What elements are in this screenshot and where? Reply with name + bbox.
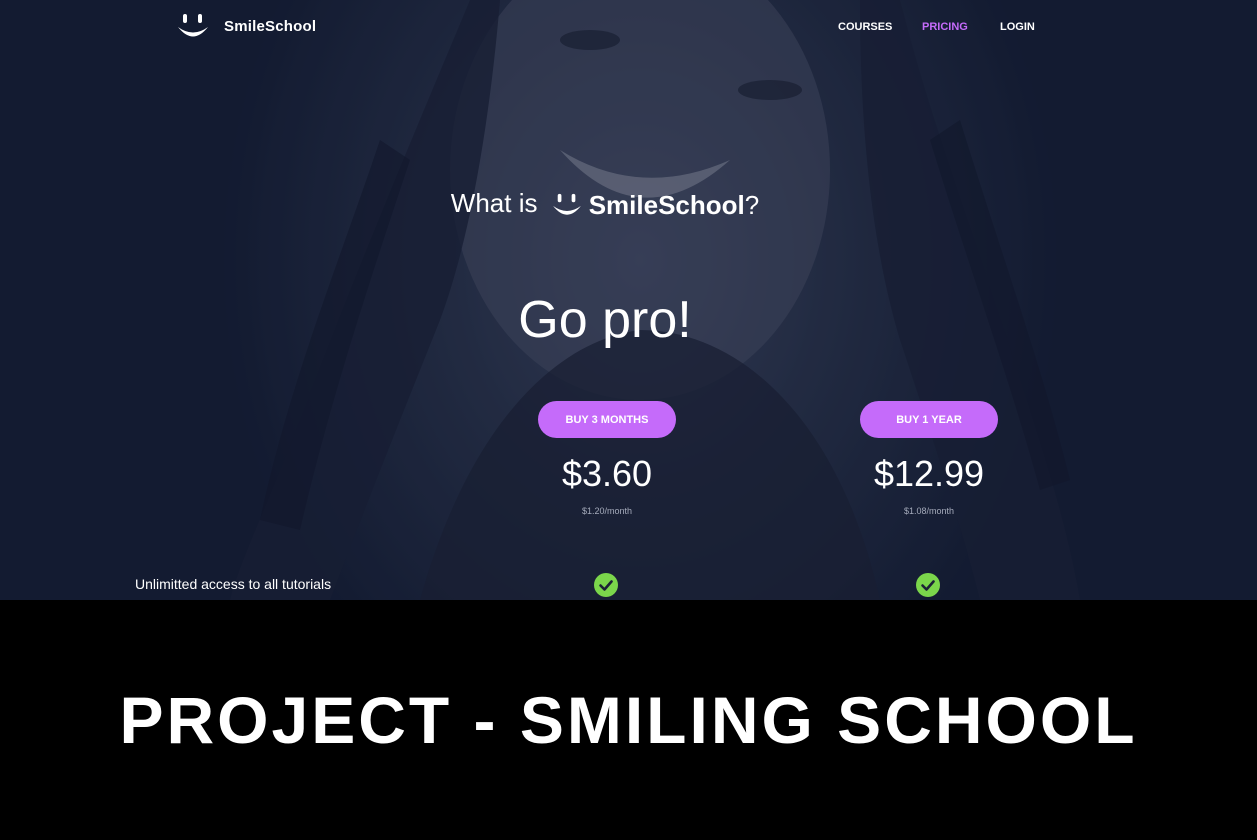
logo[interactable]: SmileSchool [176,12,316,40]
plan-1-year: BUY 1 YEAR $12.99 $1.08/month [859,401,999,516]
nav-item-courses[interactable]: COURSES [838,21,922,33]
what-is-suffix: ? [744,189,760,220]
what-is-heading: What is SmileSchool? [0,188,1210,221]
check-circle-icon [594,573,618,597]
project-title: PROJECT - SMILING SCHOOL [119,683,1138,757]
logo-text: SmileSchool [224,17,317,35]
what-is-brand: SmileSchool [588,189,745,220]
buy-3-months-button[interactable]: BUY 3 MONTHS [538,401,676,438]
top-nav: COURSES PRICING LOGIN [838,21,1035,33]
plan-3-months: BUY 3 MONTHS $3.60 $1.20/month [537,401,677,516]
what-is-prefix: What is [450,188,538,218]
feature-label: Unlimitted access to all tutorials [135,576,332,592]
hero-section: SmileSchool COURSES PRICING LOGIN What i… [0,0,1257,600]
plan-price: $12.99 [873,453,985,494]
nav-item-pricing[interactable]: PRICING [922,21,1000,33]
plan-price: $3.60 [561,453,653,494]
plan-per-month: $1.08/month [903,506,955,516]
nav-item-login[interactable]: LOGIN [1000,21,1035,33]
buy-1-year-button[interactable]: BUY 1 YEAR [860,401,998,438]
what-is-brand-logo: SmileSchool? [545,189,760,221]
smiley-icon [552,193,581,215]
plan-per-month: $1.20/month [581,506,633,516]
smiley-icon [178,14,208,37]
check-circle-icon [916,573,940,597]
page-title: Go pro! [518,291,692,349]
